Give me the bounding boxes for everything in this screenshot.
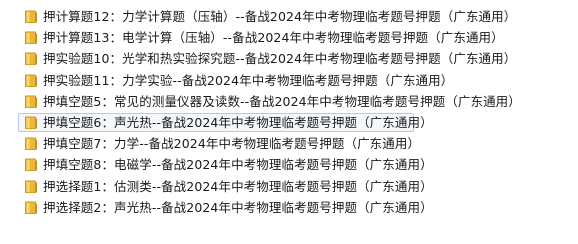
folder-icon bbox=[24, 179, 38, 194]
file-row-8[interactable]: 押选择题1：估测类--备战2024年中考物理临考题号押题（广东通用） bbox=[0, 176, 578, 197]
file-name: 押实验题11：力学实验--备战2024年中考物理临考题号押题（广东通用） bbox=[43, 72, 454, 88]
file-row-1[interactable]: 押计算题13：电学计算（压轴）--备战2024年中考物理临考题号押题（广东通用） bbox=[0, 27, 578, 48]
folder-icon bbox=[24, 136, 38, 151]
file-name: 押填空题5：常见的测量仪器及读数--备战2024年中考物理临考题号押题（广东通用… bbox=[43, 93, 521, 109]
file-name: 押计算题13：电学计算（压轴）--备战2024年中考物理临考题号押题（广东通用） bbox=[43, 30, 504, 46]
file-name: 押填空题7：力学--备战2024年中考物理临考题号押题（广东通用） bbox=[43, 136, 421, 152]
file-list: 押计算题12：力学计算题（压轴）--备战2024年中考物理临考题号押题（广东通用… bbox=[0, 6, 578, 218]
file-name: 押计算题12：力学计算题（压轴）--备战2024年中考物理临考题号押题（广东通用… bbox=[43, 9, 517, 24]
folder-icon bbox=[24, 200, 38, 215]
file-row-0[interactable]: 押计算题12：力学计算题（压轴）--备战2024年中考物理临考题号押题（广东通用… bbox=[0, 6, 578, 27]
file-row-7[interactable]: 押填空题8：电磁学--备战2024年中考物理临考题号押题（广东通用） bbox=[0, 154, 578, 175]
file-name: 押选择题2：声光热--备战2024年中考物理临考题号押题（广东通用） bbox=[43, 199, 433, 215]
file-row-9[interactable]: 押选择题2：声光热--备战2024年中考物理临考题号押题（广东通用） bbox=[0, 197, 578, 218]
folder-icon bbox=[24, 157, 38, 172]
folder-icon bbox=[24, 30, 38, 45]
file-row-2[interactable]: 押实验题10：光学和热实验探究题--备战2024年中考物理临考题号押题（广东通用… bbox=[0, 48, 578, 69]
folder-icon bbox=[24, 73, 38, 88]
folder-icon bbox=[24, 94, 38, 109]
file-name: 押实验题10：光学和热实验探究题--备战2024年中考物理临考题号押题（广东通用… bbox=[43, 51, 517, 67]
file-row-4[interactable]: 押填空题5：常见的测量仪器及读数--备战2024年中考物理临考题号押题（广东通用… bbox=[0, 91, 578, 112]
file-row-6[interactable]: 押填空题7：力学--备战2024年中考物理临考题号押题（广东通用） bbox=[0, 133, 578, 154]
file-name: 押填空题6：声光热--备战2024年中考物理临考题号押题（广东通用） bbox=[43, 114, 433, 130]
folder-icon bbox=[24, 51, 38, 66]
file-name: 押选择题1：估测类--备战2024年中考物理临考题号押题（广东通用） bbox=[43, 178, 433, 194]
file-row-5-selected[interactable]: 押填空题6：声光热--备战2024年中考物理临考题号押题（广东通用） bbox=[0, 112, 578, 133]
folder-icon bbox=[24, 9, 38, 24]
file-name: 押填空题8：电磁学--备战2024年中考物理临考题号押题（广东通用） bbox=[43, 157, 433, 173]
file-row-3[interactable]: 押实验题11：力学实验--备战2024年中考物理临考题号押题（广东通用） bbox=[0, 70, 578, 91]
folder-icon bbox=[24, 115, 38, 130]
